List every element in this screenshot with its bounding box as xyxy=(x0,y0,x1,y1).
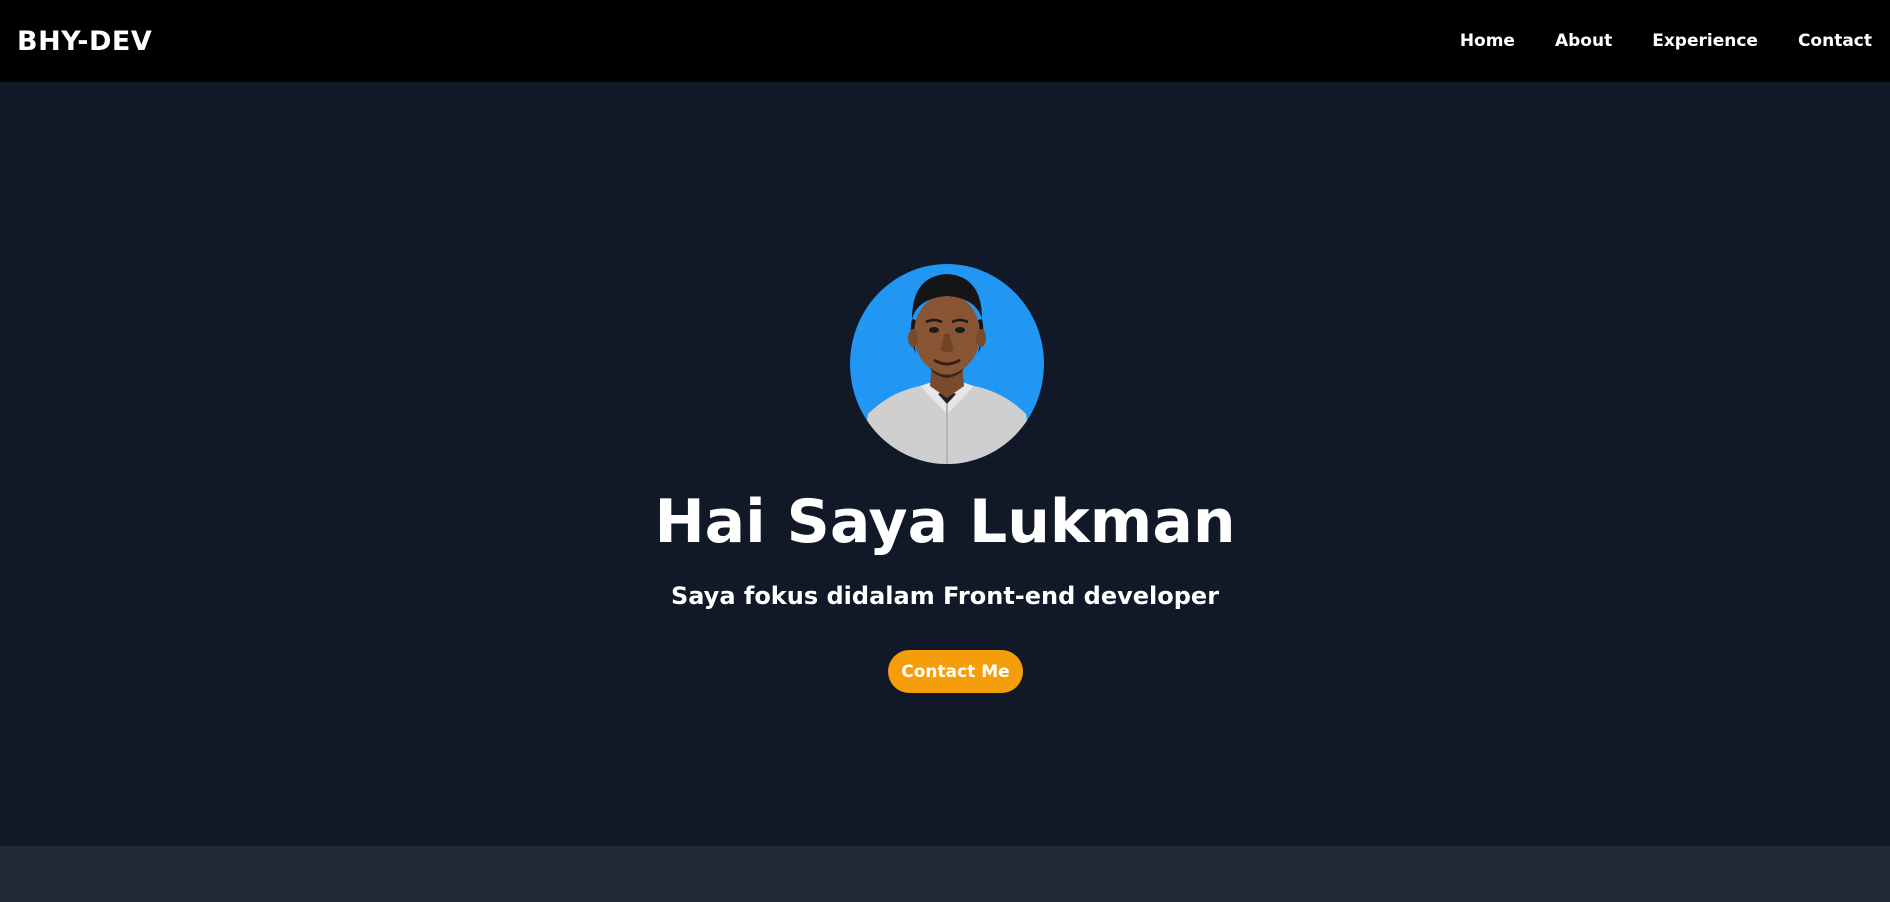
nav-link-home[interactable]: Home xyxy=(1460,31,1515,51)
navbar: BHY-DEV Home About Experience Contact xyxy=(0,0,1890,82)
avatar xyxy=(848,252,1044,466)
nav-link-contact[interactable]: Contact xyxy=(1798,31,1872,51)
profile-photo-illustration xyxy=(860,274,1034,464)
next-section xyxy=(0,846,1890,902)
contact-me-button[interactable]: Contact Me xyxy=(888,650,1023,693)
avatar-circle xyxy=(850,264,1044,464)
nav-link-about[interactable]: About xyxy=(1555,31,1612,51)
nav-link-experience[interactable]: Experience xyxy=(1652,31,1758,51)
hero-title: Hai Saya Lukman xyxy=(654,487,1236,557)
hero-subtitle: Saya fokus didalam Front-end developer xyxy=(670,582,1220,610)
nav-links: Home About Experience Contact xyxy=(1460,31,1873,51)
hero-section: Hai Saya Lukman Saya fokus didalam Front… xyxy=(0,82,1890,846)
brand-logo[interactable]: BHY-DEV xyxy=(17,26,152,57)
